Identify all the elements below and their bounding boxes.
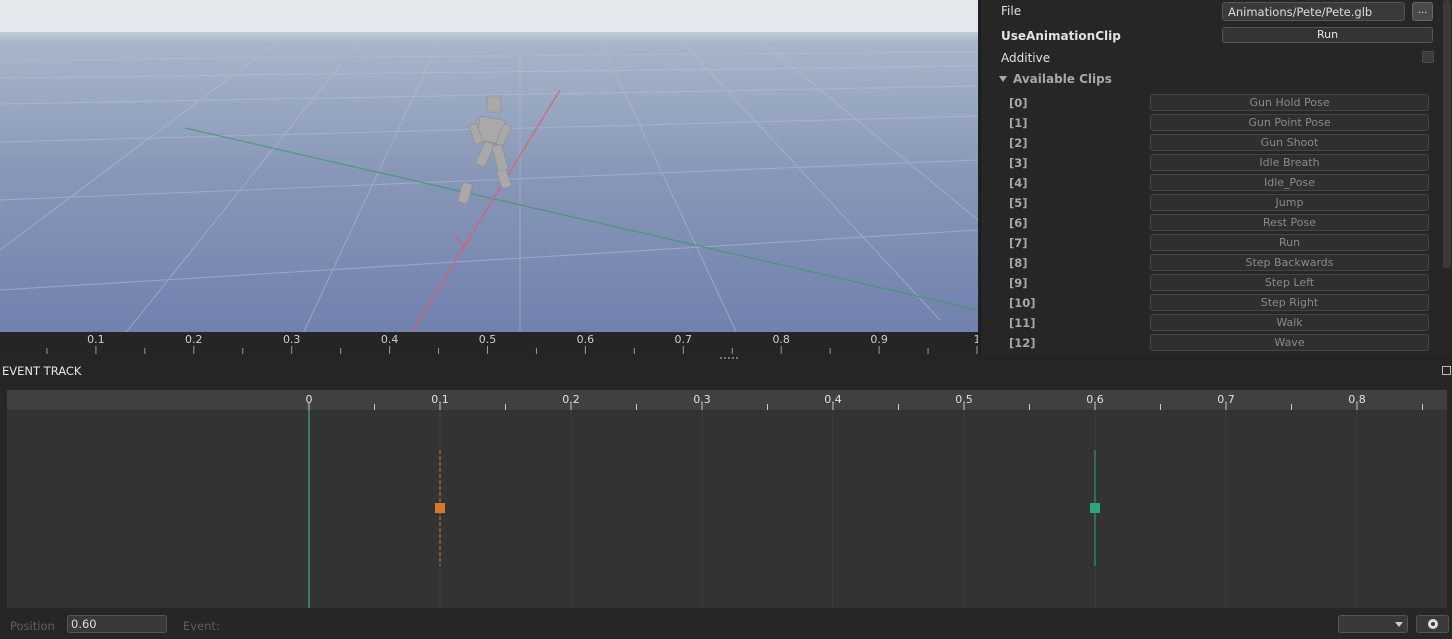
event-track-panel: EVENT TRACK 0 0.1 0.2 0.3 0.4 0.5 0.6 0.7 0.8 bbox=[0, 360, 1452, 639]
scene-ruler-ticks: 0.1 0.2 0.3 0.4 0.5 0.6 0.7 0.8 0.9 1 bbox=[46, 333, 978, 354]
clip-row: [0] Gun Hold Pose bbox=[981, 93, 1441, 113]
scene-tick-label: 0.9 bbox=[870, 333, 888, 346]
clip-row: [4] Idle_Pose bbox=[981, 173, 1441, 193]
file-label: File bbox=[1001, 4, 1022, 18]
clip-row: [3] Idle Breath bbox=[981, 153, 1441, 173]
available-clips-header[interactable]: Available Clips bbox=[999, 72, 1112, 86]
clip-row: [1] Gun Point Pose bbox=[981, 113, 1441, 133]
run-button[interactable]: Run bbox=[1222, 27, 1433, 43]
clip-index: [4] bbox=[1009, 176, 1028, 190]
event-select[interactable] bbox=[1338, 615, 1408, 633]
clip-index: [0] bbox=[1009, 96, 1028, 110]
clip-index: [6] bbox=[1009, 216, 1028, 230]
add-circle-icon bbox=[1428, 619, 1438, 629]
file-path-field[interactable]: Animations/Pete/Pete.glb bbox=[1222, 2, 1405, 21]
clip-button[interactable]: Step Backwards bbox=[1150, 254, 1429, 271]
available-clips-label: Available Clips bbox=[1013, 72, 1112, 86]
clip-button[interactable]: Gun Point Pose bbox=[1150, 114, 1429, 131]
maximize-icon[interactable] bbox=[1442, 366, 1451, 375]
clip-index: [9] bbox=[1009, 276, 1028, 290]
clip-row: [6] Rest Pose bbox=[981, 213, 1441, 233]
scene-render bbox=[0, 0, 978, 356]
event-ruler-label: 0.8 bbox=[1348, 393, 1366, 406]
add-event-button[interactable] bbox=[1416, 615, 1449, 633]
clip-row: [5] Jump bbox=[981, 193, 1441, 213]
file-browse-button[interactable]: ... bbox=[1412, 2, 1433, 21]
clip-button[interactable]: Gun Hold Pose bbox=[1150, 94, 1429, 111]
collapse-triangle-icon bbox=[999, 76, 1007, 82]
scene-tick-label: 0.8 bbox=[772, 333, 790, 346]
scene-tick-label: 0.1 bbox=[87, 333, 105, 346]
event-ruler-label: 0.5 bbox=[955, 393, 973, 406]
clip-row: [8] Step Backwards bbox=[981, 253, 1441, 273]
event-ruler-label: 0.3 bbox=[693, 393, 711, 406]
clip-row: [10] Step Right bbox=[981, 293, 1441, 313]
clip-button[interactable]: Run bbox=[1150, 234, 1429, 251]
additive-label: Additive bbox=[1001, 51, 1051, 65]
clip-row: [2] Gun Shoot bbox=[981, 133, 1441, 153]
clip-index: [8] bbox=[1009, 256, 1028, 270]
scene-tick-label: 0.6 bbox=[577, 333, 595, 346]
chevron-down-icon bbox=[1395, 622, 1403, 627]
additive-checkbox[interactable] bbox=[1422, 51, 1434, 63]
event-track-ruler[interactable]: 0 0.1 0.2 0.3 0.4 0.5 0.6 0.7 0.8 bbox=[7, 390, 1447, 410]
clip-index: [10] bbox=[1009, 296, 1036, 310]
scene-timeline-ruler[interactable]: 0.1 0.2 0.3 0.4 0.5 0.6 0.7 0.8 0.9 1 bbox=[0, 332, 978, 356]
event-ruler-label: 0.6 bbox=[1086, 393, 1104, 406]
clip-button[interactable]: Wave bbox=[1150, 334, 1429, 351]
clip-index: [12] bbox=[1009, 336, 1036, 350]
clip-index: [2] bbox=[1009, 136, 1028, 150]
clip-button[interactable]: Jump bbox=[1150, 194, 1429, 211]
clip-index: [5] bbox=[1009, 196, 1028, 210]
clip-index: [3] bbox=[1009, 156, 1028, 170]
clip-button[interactable]: Idle_Pose bbox=[1150, 174, 1429, 191]
event-track-canvas bbox=[308, 410, 1358, 608]
clips-list: [0] Gun Hold Pose [1] Gun Point Pose [2] Gun … bbox=[981, 93, 1441, 353]
clip-button[interactable]: Walk bbox=[1150, 314, 1429, 331]
event-track-area[interactable] bbox=[7, 410, 1447, 608]
clip-row: [7] Run bbox=[981, 233, 1441, 253]
clip-index: [7] bbox=[1009, 236, 1028, 250]
event-label: Event: bbox=[183, 619, 220, 633]
event-ruler-label: 0.2 bbox=[562, 393, 580, 406]
event-track-title: EVENT TRACK bbox=[2, 364, 82, 378]
clip-button[interactable]: Step Right bbox=[1150, 294, 1429, 311]
event-ruler-label: 0.4 bbox=[824, 393, 842, 406]
position-label: Position bbox=[10, 619, 55, 633]
clip-button[interactable]: Idle Breath bbox=[1150, 154, 1429, 171]
clip-index: [11] bbox=[1009, 316, 1036, 330]
event-marker[interactable] bbox=[1090, 503, 1100, 513]
clip-index: [1] bbox=[1009, 116, 1028, 130]
scene-tick-label: 0.5 bbox=[479, 333, 497, 346]
scene-tick-label: 0.3 bbox=[283, 333, 301, 346]
clip-button[interactable]: Step Left bbox=[1150, 274, 1429, 291]
clip-button[interactable]: Gun Shoot bbox=[1150, 134, 1429, 151]
scene-viewport[interactable]: 0.1 0.2 0.3 0.4 0.5 0.6 0.7 0.8 0.9 1 bbox=[0, 0, 978, 356]
scene-tick-label: 0.2 bbox=[185, 333, 203, 346]
use-animation-clip-label: UseAnimationClip bbox=[1001, 29, 1121, 43]
position-input[interactable]: 0.60 bbox=[67, 615, 167, 633]
clip-row: [9] Step Left bbox=[981, 273, 1441, 293]
clip-button[interactable]: Rest Pose bbox=[1150, 214, 1429, 231]
event-marker[interactable] bbox=[435, 503, 445, 513]
event-ruler-label: 0 bbox=[306, 393, 313, 406]
scene-tick-label: 0.7 bbox=[675, 333, 693, 346]
event-ruler-label: 0.1 bbox=[431, 393, 449, 406]
event-ruler-label: 0.7 bbox=[1217, 393, 1235, 406]
clip-row: [12] Wave bbox=[981, 333, 1441, 353]
scene-tick-label: 0.4 bbox=[381, 333, 399, 346]
event-footer: Position 0.60 Event: bbox=[0, 612, 1452, 639]
event-ruler-ticks: 0 0.1 0.2 0.3 0.4 0.5 0.6 0.7 0.8 bbox=[306, 393, 1423, 410]
inspector-panel: File Animations/Pete/Pete.glb ... UseAni… bbox=[980, 0, 1452, 356]
clip-row: [11] Walk bbox=[981, 313, 1441, 333]
inspector-scrollbar[interactable] bbox=[1443, 0, 1451, 268]
